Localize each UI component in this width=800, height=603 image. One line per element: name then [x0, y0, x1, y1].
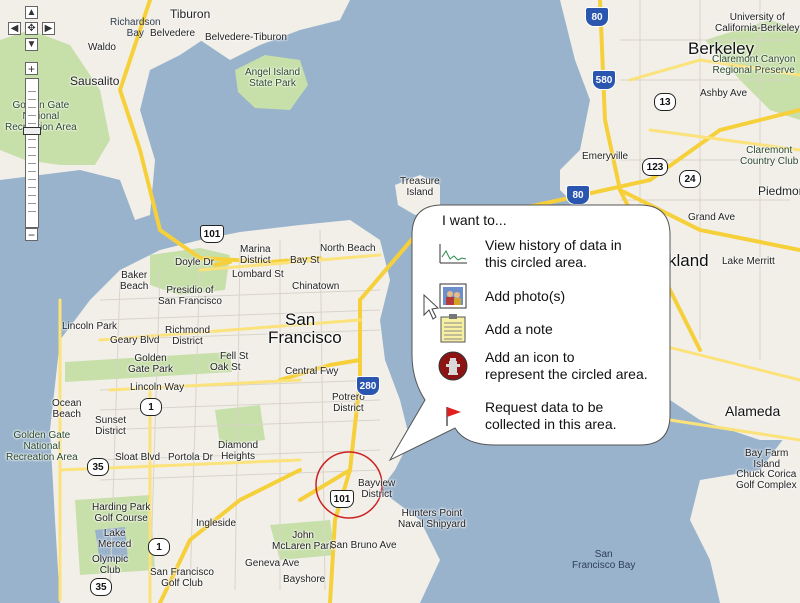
label-marina-district: Marina District — [240, 244, 271, 266]
label-potrero-district: Potrero District — [332, 392, 365, 414]
label-francisco: Francisco — [268, 328, 342, 347]
label-belvedere-tiburon: Belvedere-Tiburon — [205, 32, 287, 43]
zoom-slider-track[interactable] — [23, 78, 41, 228]
shield-i80-top: 80 — [585, 7, 609, 27]
shield-ca1-park: 1 — [140, 398, 162, 416]
label-uc-berkeley: University of California-Berkeley — [715, 12, 800, 34]
pan-right-button[interactable]: ▶ — [42, 22, 55, 35]
label-san: San — [285, 310, 316, 329]
zoom-in-button[interactable]: + — [25, 62, 38, 75]
note-icon — [438, 314, 468, 344]
label-bayview-district: Bayview District — [358, 478, 396, 500]
label-claremont-cc: Claremont Country Club — [740, 145, 799, 167]
label-olympic-club: Olympic Club — [92, 554, 129, 576]
label-san-bruno-ave: San Bruno Ave — [330, 540, 397, 551]
shield-ca123: 123 — [642, 158, 668, 176]
label-lombard-st: Lombard St — [232, 269, 284, 280]
map-navigation-control: ▲ ◀ ✥ ▶ ▼ + − — [0, 0, 60, 250]
label-bayshore: Bayshore — [283, 574, 326, 585]
label-diamond-heights: Diamond Heights — [218, 440, 259, 462]
pan-left-button[interactable]: ◀ — [8, 22, 21, 35]
shield-ca24: 24 — [679, 170, 701, 188]
label-angel-island: Angel Island State Park — [245, 67, 301, 89]
label-waldo: Waldo — [88, 42, 116, 53]
label-geneva-ave: Geneva Ave — [245, 558, 300, 569]
menu-item-request-data[interactable]: Request data to be collected in this area… — [438, 399, 670, 433]
zoom-slider-thumb[interactable] — [23, 127, 41, 135]
fire-hydrant-icon — [438, 351, 468, 381]
shield-us101-south: 101 — [330, 490, 354, 508]
label-bay-farm: Bay Farm Island — [745, 448, 789, 470]
red-flag-icon — [438, 401, 468, 431]
zoom-out-button[interactable]: − — [25, 228, 38, 241]
line-chart-icon — [438, 239, 468, 269]
label-piedmont: Piedmont — [758, 184, 800, 198]
label-sloat-blvd: Sloat Blvd — [115, 452, 161, 463]
label-lincoln-way: Lincoln Way — [130, 382, 185, 393]
photo-icon — [438, 281, 468, 311]
label-chinatown: Chinatown — [292, 281, 340, 292]
menu-item-label: Add photo(s) — [485, 287, 566, 304]
label-chuck-corica: Chuck Corica Golf Complex — [736, 469, 797, 491]
label-emeryville: Emeryville — [582, 151, 629, 162]
menu-title: I want to... — [442, 212, 507, 228]
label-harding-park: Harding Park Golf Course — [92, 502, 151, 524]
menu-item-view-history[interactable]: View history of data in this circled area… — [438, 237, 670, 271]
label-hunters-point: Hunters Point Naval Shipyard — [398, 508, 466, 530]
menu-item-label: Add a note — [485, 320, 553, 337]
label-oak-st: Oak St — [210, 362, 241, 373]
label-geary-blvd: Geary Blvd — [110, 335, 160, 346]
shield-i280: 280 — [356, 376, 380, 396]
label-central-fwy: Central Fwy — [285, 366, 339, 377]
label-fell-st: Fell St — [220, 351, 249, 362]
label-baker-beach: Baker Beach — [120, 270, 149, 292]
label-alameda: Alameda — [725, 403, 781, 419]
label-golden-gate-park: Golden Gate Park — [128, 353, 174, 375]
shield-i580: 580 — [592, 70, 616, 90]
pan-up-button[interactable]: ▲ — [25, 6, 38, 19]
label-lincoln-park: Lincoln Park — [62, 321, 118, 332]
label-sausalito: Sausalito — [70, 74, 120, 88]
menu-item-add-note[interactable]: Add a note — [438, 314, 670, 344]
label-john-mclaren: John McLaren Park — [272, 530, 335, 552]
label-lake-merced: Lake Merced — [98, 528, 132, 550]
label-sf-bay: San Francisco Bay — [572, 549, 636, 571]
pan-center-button[interactable]: ✥ — [25, 22, 38, 35]
label-presidio: Presidio of San Francisco — [158, 285, 222, 307]
label-north-beach: North Beach — [320, 243, 376, 254]
shield-ca35: 35 — [87, 458, 109, 476]
label-sunset-district: Sunset District — [95, 415, 127, 437]
label-bay-st: Bay St — [290, 255, 320, 266]
menu-item-add-icon[interactable]: Add an icon to represent the circled area… — [438, 349, 670, 383]
label-golden-gate-nra-bottom: Golden Gate National Recreation Area — [6, 430, 78, 463]
menu-item-label: View history of data in this circled area… — [485, 237, 622, 270]
label-portola-dr: Portola Dr — [168, 452, 214, 463]
label-tiburon: Tiburon — [170, 7, 211, 21]
label-lake-merritt: Lake Merritt — [722, 256, 775, 267]
shield-us101-north: 101 — [200, 225, 224, 243]
label-ocean-beach: Ocean Beach — [52, 398, 82, 420]
label-ingleside: Ingleside — [196, 518, 237, 529]
label-richardson-bay: Richardson Bay — [110, 17, 161, 39]
menu-item-add-photo[interactable]: Add photo(s) — [438, 281, 670, 311]
label-doyle-dr: Doyle Dr — [175, 257, 214, 268]
label-ashby-ave: Ashby Ave — [700, 88, 748, 99]
label-claremont-canyon: Claremont Canyon Regional Preserve — [712, 54, 796, 76]
shield-ca1-south: 1 — [148, 538, 170, 556]
label-grand-ave: Grand Ave — [688, 212, 736, 223]
menu-item-label: Add an icon to represent the circled area… — [485, 349, 648, 382]
menu-item-label: Request data to be collected in this area… — [485, 399, 617, 432]
label-richmond-district: Richmond District — [165, 325, 211, 347]
pan-down-button[interactable]: ▼ — [25, 38, 38, 51]
shield-ca13: 13 — [654, 93, 676, 111]
shield-ca35-south: 35 — [90, 578, 112, 596]
label-sf-golf-club: San Francisco Golf Club — [150, 567, 214, 589]
